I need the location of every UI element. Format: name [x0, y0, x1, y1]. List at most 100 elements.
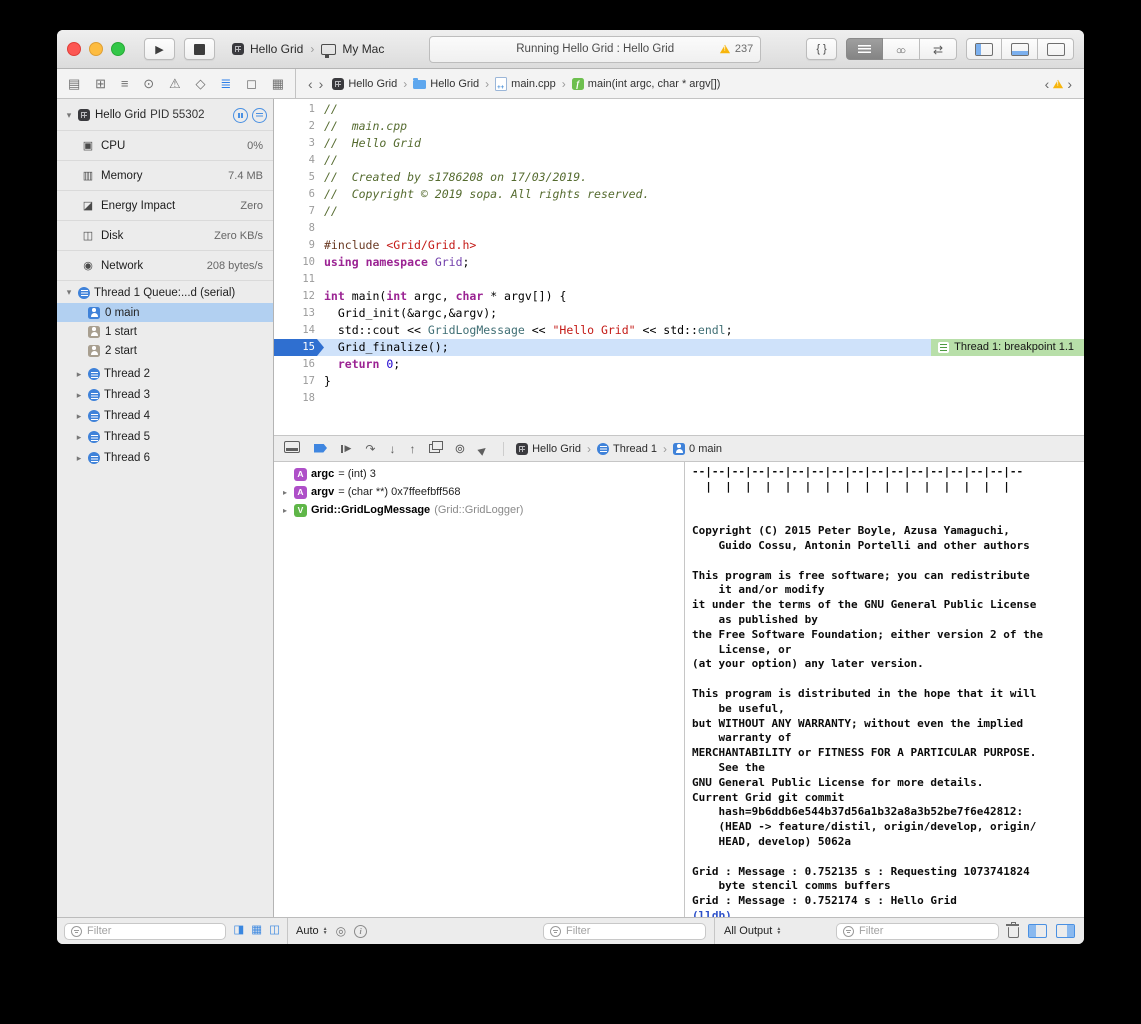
- line-number[interactable]: 11: [274, 271, 324, 288]
- toggle-debug-area-button[interactable]: [1002, 38, 1038, 60]
- disclosure-triangle-icon[interactable]: [74, 369, 84, 380]
- breakpoint-annotation[interactable]: Thread 1: breakpoint 1.1: [931, 339, 1084, 356]
- gauge-row-cpu[interactable]: ▣CPU0%: [57, 130, 273, 161]
- line-number[interactable]: 17: [274, 373, 324, 390]
- test-navigator-icon[interactable]: ◇: [196, 76, 206, 92]
- stack-frame-row[interactable]: 0 main: [57, 303, 273, 322]
- console-filter-input[interactable]: [859, 925, 992, 937]
- line-number[interactable]: 13: [274, 305, 324, 322]
- close-window-button[interactable]: [67, 42, 81, 56]
- thread-row[interactable]: Thread 3: [57, 385, 273, 405]
- line-number[interactable]: 16: [274, 356, 324, 373]
- view-by-thread-button[interactable]: [269, 925, 280, 937]
- debug-navigator-icon[interactable]: ≣: [220, 76, 231, 92]
- jumpbar-item[interactable]: Hello Grid: [413, 78, 479, 90]
- variables-filter-input[interactable]: [566, 925, 699, 937]
- go-forward-button[interactable]: [316, 76, 327, 92]
- find-navigator-icon[interactable]: ⊙: [143, 76, 154, 92]
- toggle-variables-view-button[interactable]: [1028, 924, 1047, 938]
- previous-issue-button[interactable]: [1042, 76, 1053, 92]
- gauge-row-disk[interactable]: ◫DiskZero KB/s: [57, 221, 273, 251]
- disclosure-triangle-icon[interactable]: [74, 453, 84, 464]
- variable-row[interactable]: Aargc= (int) 3: [274, 465, 684, 483]
- show-recorded-data-button[interactable]: [233, 925, 244, 937]
- disclosure-triangle-icon[interactable]: [74, 390, 84, 401]
- debug-breadcrumb-item[interactable]: Hello Grid: [516, 443, 581, 455]
- gauge-row-memory[interactable]: ▥Memory7.4 MB: [57, 161, 273, 191]
- disclosure-triangle-icon[interactable]: [280, 488, 290, 497]
- symbol-navigator-icon[interactable]: ≡: [121, 76, 129, 91]
- toggle-inspector-button[interactable]: [1038, 38, 1074, 60]
- line-number[interactable]: 6: [274, 186, 324, 203]
- thread-row[interactable]: Thread 4: [57, 406, 273, 426]
- line-number[interactable]: 14: [274, 322, 324, 339]
- debug-view-hierarchy-button[interactable]: [429, 440, 440, 458]
- variable-row[interactable]: Aargv= (char **) 0x7ffeefbff568: [274, 483, 684, 501]
- line-number[interactable]: 12: [274, 288, 324, 305]
- continue-button[interactable]: [341, 440, 351, 458]
- run-button[interactable]: [144, 38, 175, 60]
- step-into-button[interactable]: ↓: [389, 443, 395, 455]
- version-editor-button[interactable]: [920, 38, 957, 60]
- quick-look-button[interactable]: [336, 924, 346, 938]
- report-navigator-icon[interactable]: ▦: [272, 76, 284, 92]
- thread-row[interactable]: Thread 2: [57, 364, 273, 384]
- breakpoint-marker[interactable]: 15: [274, 339, 324, 356]
- line-number[interactable]: 7: [274, 203, 324, 220]
- line-number[interactable]: 8: [274, 220, 324, 237]
- console-filter-field[interactable]: [836, 923, 999, 940]
- jumpbar-item[interactable]: main.cpp: [495, 77, 556, 91]
- line-number[interactable]: 4: [274, 152, 324, 169]
- thread-1-row[interactable]: Thread 1 Queue:...d (serial): [57, 281, 273, 303]
- line-number[interactable]: 10: [274, 254, 324, 271]
- simulate-location-button[interactable]: [479, 440, 487, 458]
- info-button[interactable]: [354, 925, 367, 938]
- pause-process-button[interactable]: [233, 108, 248, 123]
- variables-scope-popup[interactable]: Auto: [296, 925, 328, 937]
- disclosure-triangle-icon[interactable]: [74, 411, 84, 422]
- go-back-button[interactable]: [305, 76, 316, 92]
- clear-console-button[interactable]: [1008, 927, 1019, 938]
- gauge-row-network[interactable]: ◉Network208 bytes/s: [57, 251, 273, 281]
- variables-filter-field[interactable]: [543, 923, 706, 940]
- stop-button[interactable]: [184, 38, 215, 60]
- code-review-button[interactable]: { }: [806, 38, 837, 60]
- step-out-button[interactable]: ↑: [409, 443, 415, 455]
- variables-view[interactable]: Aargc= (int) 3Aargv= (char **) 0x7ffeefb…: [274, 462, 685, 917]
- line-number[interactable]: 1: [274, 101, 324, 118]
- thread-row[interactable]: Thread 6: [57, 448, 273, 468]
- project-navigator-icon[interactable]: ▤: [68, 76, 80, 92]
- issue-navigator-icon[interactable]: ⚠: [169, 76, 181, 92]
- step-over-button[interactable]: ↷: [365, 443, 375, 455]
- navigator-filter-input[interactable]: [87, 925, 219, 937]
- stack-frame-row[interactable]: 1 start: [57, 322, 273, 341]
- scheme-selector[interactable]: Hello Grid My Mac: [232, 42, 384, 56]
- toggle-navigator-button[interactable]: [966, 38, 1002, 60]
- minimize-window-button[interactable]: [89, 42, 103, 56]
- next-issue-button[interactable]: [1064, 76, 1075, 92]
- variable-row[interactable]: VGrid::GridLogMessage(Grid::GridLogger): [274, 501, 684, 519]
- line-number[interactable]: 2: [274, 118, 324, 135]
- line-number[interactable]: 18: [274, 390, 324, 407]
- jumpbar-item[interactable]: main(int argc, char * argv[]): [572, 78, 721, 90]
- source-control-navigator-icon[interactable]: ⊞: [95, 76, 106, 92]
- disclosure-triangle-icon[interactable]: [64, 287, 74, 298]
- debug-memory-graph-button[interactable]: [454, 440, 465, 458]
- zoom-window-button[interactable]: [111, 42, 125, 56]
- process-row[interactable]: Hello Grid PID 55302: [57, 99, 273, 127]
- view-by-queue-button[interactable]: [251, 925, 262, 937]
- line-number[interactable]: 9: [274, 237, 324, 254]
- disclosure-triangle-icon[interactable]: [280, 506, 290, 515]
- hide-debug-area-button[interactable]: [284, 440, 300, 458]
- console-output[interactable]: --|--|--|--|--|--|--|--|--|--|--|--|--|-…: [685, 462, 1084, 917]
- thread-row[interactable]: Thread 5: [57, 427, 273, 447]
- assistant-editor-button[interactable]: [883, 38, 920, 60]
- breakpoints-toggle-button[interactable]: [314, 440, 327, 458]
- debug-breadcrumb-item[interactable]: 0 main: [673, 443, 722, 455]
- console-scope-popup[interactable]: All Output: [724, 925, 781, 937]
- stack-frame-row[interactable]: 2 start: [57, 341, 273, 360]
- issues-badge[interactable]: 237: [719, 37, 753, 62]
- standard-editor-button[interactable]: [846, 38, 883, 60]
- disclosure-triangle-icon[interactable]: [74, 432, 84, 443]
- jumpbar-item[interactable]: Hello Grid: [332, 78, 397, 90]
